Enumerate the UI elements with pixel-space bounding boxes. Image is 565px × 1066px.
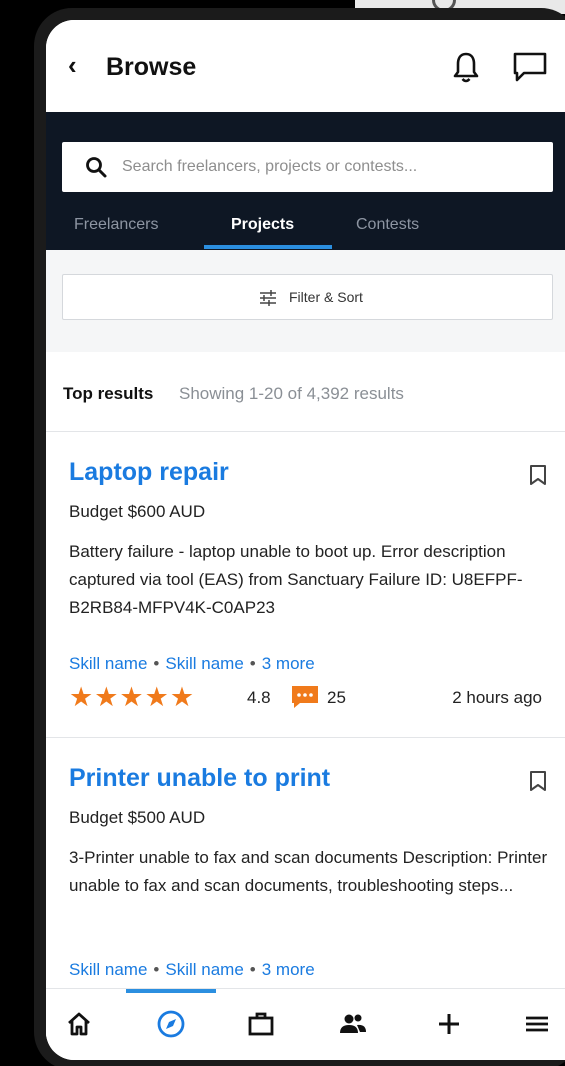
- active-nav-indicator: [126, 989, 216, 993]
- search-tabs-band: Search freelancers, projects or contests…: [46, 112, 565, 250]
- filter-section: Filter & Sort: [46, 250, 565, 352]
- tab-contests[interactable]: Contests: [356, 216, 419, 234]
- review-count: 25: [327, 688, 346, 707]
- search-bar[interactable]: Search freelancers, projects or contests…: [62, 142, 553, 192]
- project-title[interactable]: Printer unable to print: [69, 764, 330, 793]
- tab-freelancers[interactable]: Freelancers: [74, 216, 158, 234]
- bookmark-icon[interactable]: [529, 464, 547, 486]
- plus-icon[interactable]: [434, 1009, 464, 1039]
- results-header: Top results Showing 1-20 of 4,392 result…: [46, 352, 565, 432]
- home-icon[interactable]: [64, 1009, 94, 1039]
- filter-sort-label: Filter & Sort: [289, 289, 363, 305]
- bookmark-icon[interactable]: [529, 770, 547, 792]
- people-icon[interactable]: [338, 1009, 368, 1039]
- results-title: Top results: [63, 384, 154, 403]
- separator-dot: •: [249, 960, 256, 979]
- project-card[interactable]: Laptop repair Budget $600 AUD Battery fa…: [46, 432, 565, 738]
- more-skills-link[interactable]: 3 more: [262, 960, 315, 979]
- page-title: Browse: [106, 53, 197, 81]
- filter-sort-button[interactable]: Filter & Sort: [62, 274, 553, 320]
- bell-icon[interactable]: [452, 50, 480, 84]
- separator-dot: •: [153, 654, 160, 673]
- skill-tag[interactable]: Skill name: [69, 654, 147, 673]
- project-description: Battery failure - laptop unable to boot …: [69, 542, 523, 617]
- bottom-nav: [46, 988, 565, 1060]
- briefcase-icon[interactable]: [246, 1009, 276, 1039]
- project-title[interactable]: Laptop repair: [69, 458, 229, 487]
- skill-tag[interactable]: Skill name: [69, 960, 147, 979]
- rating-value: 4.8: [247, 688, 271, 707]
- search-input[interactable]: Search freelancers, projects or contests…: [122, 158, 417, 176]
- project-budget: Budget $600 AUD: [69, 502, 206, 521]
- project-budget: Budget $500 AUD: [69, 808, 206, 827]
- skills-list: Skill name • Skill name • 3 more: [69, 960, 315, 980]
- more-skills-link[interactable]: 3 more: [262, 654, 315, 673]
- compass-icon[interactable]: [156, 1009, 186, 1039]
- search-icon: [86, 157, 107, 178]
- skills-list: Skill name • Skill name • 3 more: [69, 654, 315, 674]
- app-screen: ‹ Browse Search freelancers, projects or…: [46, 20, 565, 1060]
- skill-tag[interactable]: Skill name: [165, 960, 243, 979]
- sliders-icon: [260, 290, 276, 306]
- project-description: 3-Printer unable to fax and scan documen…: [69, 848, 548, 895]
- active-tab-indicator: [204, 245, 332, 249]
- separator-dot: •: [249, 654, 256, 673]
- separator-dot: •: [153, 960, 160, 979]
- tab-projects[interactable]: Projects: [231, 216, 294, 234]
- star-rating: ★★★★★: [69, 682, 196, 712]
- app-header: ‹ Browse: [46, 20, 565, 112]
- posted-time: 2 hours ago: [452, 688, 542, 707]
- comment-icon: [292, 686, 318, 708]
- menu-icon[interactable]: [522, 1009, 552, 1039]
- results-count: Showing 1-20 of 4,392 results: [179, 384, 404, 403]
- chevron-left-icon[interactable]: ‹: [68, 52, 77, 78]
- project-meta: ★★★★★ 4.8 25 2 hours ago: [69, 682, 549, 712]
- skill-tag[interactable]: Skill name: [165, 654, 243, 673]
- chat-icon[interactable]: [512, 51, 548, 83]
